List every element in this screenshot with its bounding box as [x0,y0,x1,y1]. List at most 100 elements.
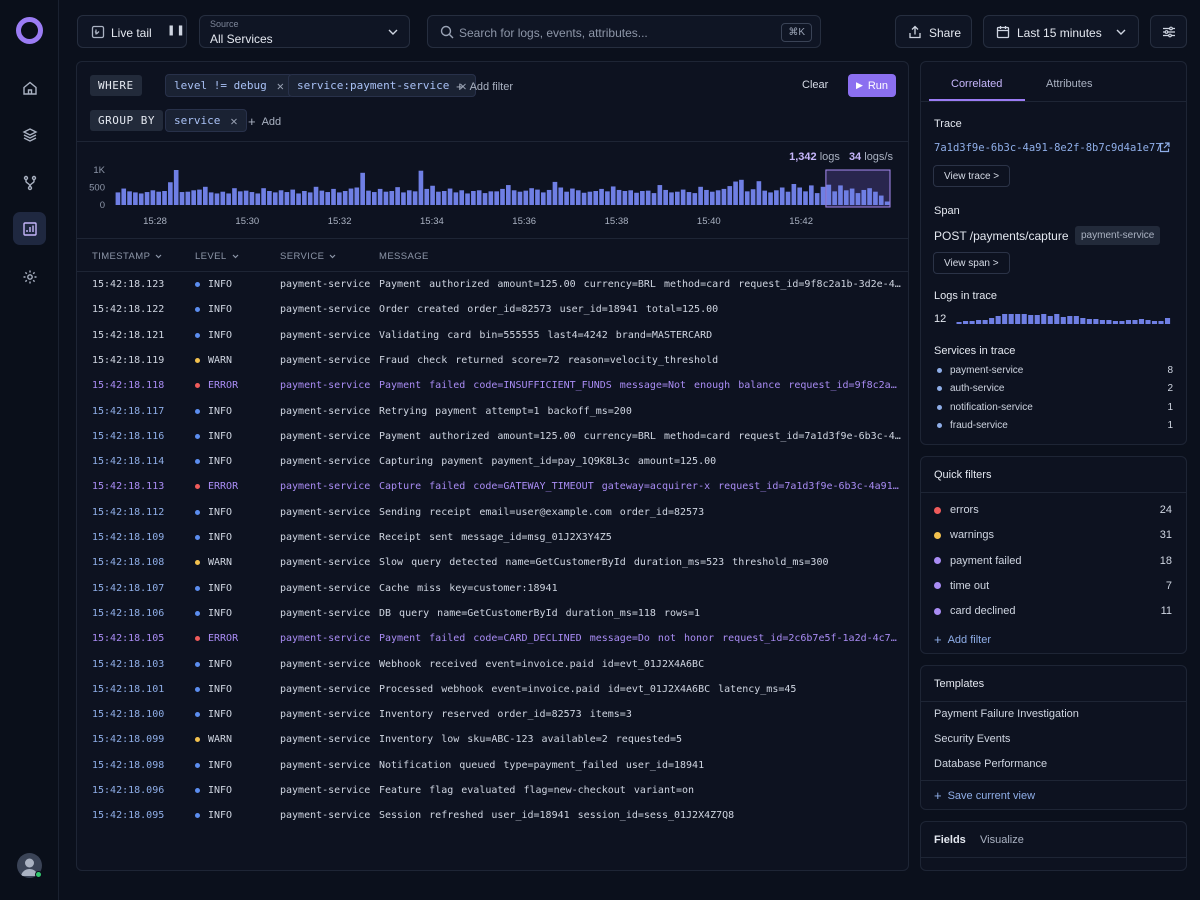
histogram-bar[interactable] [383,191,389,205]
histogram-bar[interactable] [453,192,459,205]
histogram-bar[interactable] [570,188,575,205]
histogram-bar[interactable] [768,192,773,205]
histogram-bar[interactable] [371,192,377,205]
view-trace-button[interactable]: View trace > [933,165,1011,187]
column-service[interactable]: SERVICE [280,251,336,262]
table-row[interactable]: 15:42:18.122 INFO payment-service Order cre… [77,297,908,322]
template-item[interactable]: Payment Failure Investigation [934,708,1079,720]
histogram-bar[interactable] [838,185,843,205]
histogram-bar[interactable] [121,188,127,205]
histogram-bar[interactable] [127,191,132,205]
histogram-bar[interactable] [739,179,744,205]
histogram-bar[interactable] [867,188,872,205]
histogram-bar[interactable] [651,193,657,205]
tab-fields[interactable]: Fields [934,834,966,846]
histogram-bar[interactable] [814,193,820,205]
histogram-bar[interactable] [832,191,837,205]
histogram-bar[interactable] [354,187,360,206]
logo-icon[interactable] [16,17,43,44]
histogram-bar[interactable] [459,190,465,205]
histogram-bar[interactable] [587,191,593,205]
histogram-bar[interactable] [500,188,505,205]
share-button[interactable]: Share [895,15,972,48]
external-link-icon[interactable] [1159,142,1170,153]
time-range-select[interactable]: Last 15 minutes [983,15,1139,48]
histogram-bar[interactable] [546,189,552,205]
save-current-view-button[interactable]: + Save current view [934,788,1035,803]
histogram-bar[interactable] [185,191,191,205]
histogram-bar[interactable] [319,190,325,205]
histogram-bar[interactable] [803,191,808,205]
close-icon[interactable]: ✕ [230,114,237,128]
histogram-bar[interactable] [313,186,319,205]
histogram-bar[interactable] [115,192,121,205]
histogram-bar[interactable] [809,185,814,205]
histogram-bar[interactable] [575,190,581,205]
histogram-bar[interactable] [226,193,231,205]
histogram-bar[interactable] [156,191,162,205]
tab-correlated[interactable]: Correlated [951,78,1002,90]
run-button[interactable]: ▶ Run [848,74,896,97]
table-row[interactable]: 15:42:18.098 INFO payment-service Notificat… [77,753,908,778]
histogram-bar[interactable] [243,190,249,205]
histogram-bar[interactable] [267,191,272,205]
column-message[interactable]: MESSAGE [379,251,429,262]
histogram-bar[interactable] [657,185,663,205]
histogram-bar[interactable] [878,195,884,205]
quick-filter-item[interactable]: payment failed 18 [934,555,1172,567]
histogram-bar[interactable] [529,188,534,205]
histogram-bar[interactable] [173,170,179,205]
histogram-bar[interactable] [605,191,610,205]
quick-filter-item[interactable]: card declined 11 [934,605,1172,617]
histogram-bar[interactable] [674,191,680,205]
histogram-bar[interactable] [692,193,698,205]
table-row[interactable]: 15:42:18.118 ERROR payment-service Payment … [77,373,908,398]
histogram-bar[interactable] [727,186,733,205]
histogram-bar[interactable] [401,192,406,205]
histogram-bar[interactable] [278,190,284,205]
histogram-bar[interactable] [284,192,290,205]
analytics-icon[interactable] [13,212,46,245]
histogram-bar[interactable] [826,184,832,205]
table-row[interactable]: 15:42:18.109 INFO payment-service Receipt s… [77,525,908,550]
column-timestamp[interactable]: TIMESTAMP [92,251,162,262]
histogram-bar[interactable] [424,188,430,205]
home-icon[interactable] [13,71,46,104]
tab-attributes[interactable]: Attributes [1046,78,1092,90]
histogram-bar[interactable] [168,182,173,205]
table-row[interactable]: 15:42:18.106 INFO payment-service DB query … [77,601,908,626]
histogram-bar[interactable] [849,188,855,205]
histogram-bar[interactable] [441,191,447,205]
table-row[interactable]: 15:42:18.105 ERROR payment-service Payment … [77,626,908,651]
histogram-bar[interactable] [704,189,709,205]
table-row[interactable]: 15:42:18.116 INFO payment-service Payment a… [77,424,908,449]
histogram-bar[interactable] [663,189,668,205]
histogram-bar[interactable] [447,188,453,205]
histogram-bar[interactable] [552,181,558,205]
histogram-bar[interactable] [517,191,523,205]
histogram-bar[interactable] [465,193,470,205]
add-quick-filter-button[interactable]: + Add filter [934,632,991,647]
filter-chip-service[interactable]: service:payment-service ✕ [288,74,476,97]
histogram-bar[interactable] [599,188,604,205]
table-row[interactable]: 15:42:18.096 INFO payment-service Feature f… [77,778,908,803]
tab-visualize[interactable]: Visualize [980,834,1024,846]
histogram-bar[interactable] [523,190,529,205]
search-box[interactable]: Search for logs, events, attributes... ⌘… [427,15,821,48]
histogram-bar[interactable] [436,191,441,205]
git-branch-icon[interactable] [13,166,46,199]
add-group-by-button[interactable]: + Add [248,114,281,129]
histogram-bar[interactable] [873,191,878,205]
histogram-bar[interactable] [762,190,768,205]
search-input[interactable]: Search for logs, events, attributes... [459,26,648,40]
histogram-bar[interactable] [494,191,499,205]
histogram-bar[interactable] [197,189,202,205]
histogram-bar[interactable] [406,190,412,205]
histogram-bar[interactable] [203,186,208,205]
table-row[interactable]: 15:42:18.112 INFO payment-service Sending r… [77,500,908,525]
histogram-bar[interactable] [715,190,721,205]
histogram-bar[interactable] [774,190,779,205]
histogram-bar[interactable] [558,187,564,206]
histogram-bar[interactable] [779,187,785,206]
histogram-bar[interactable] [640,191,645,205]
